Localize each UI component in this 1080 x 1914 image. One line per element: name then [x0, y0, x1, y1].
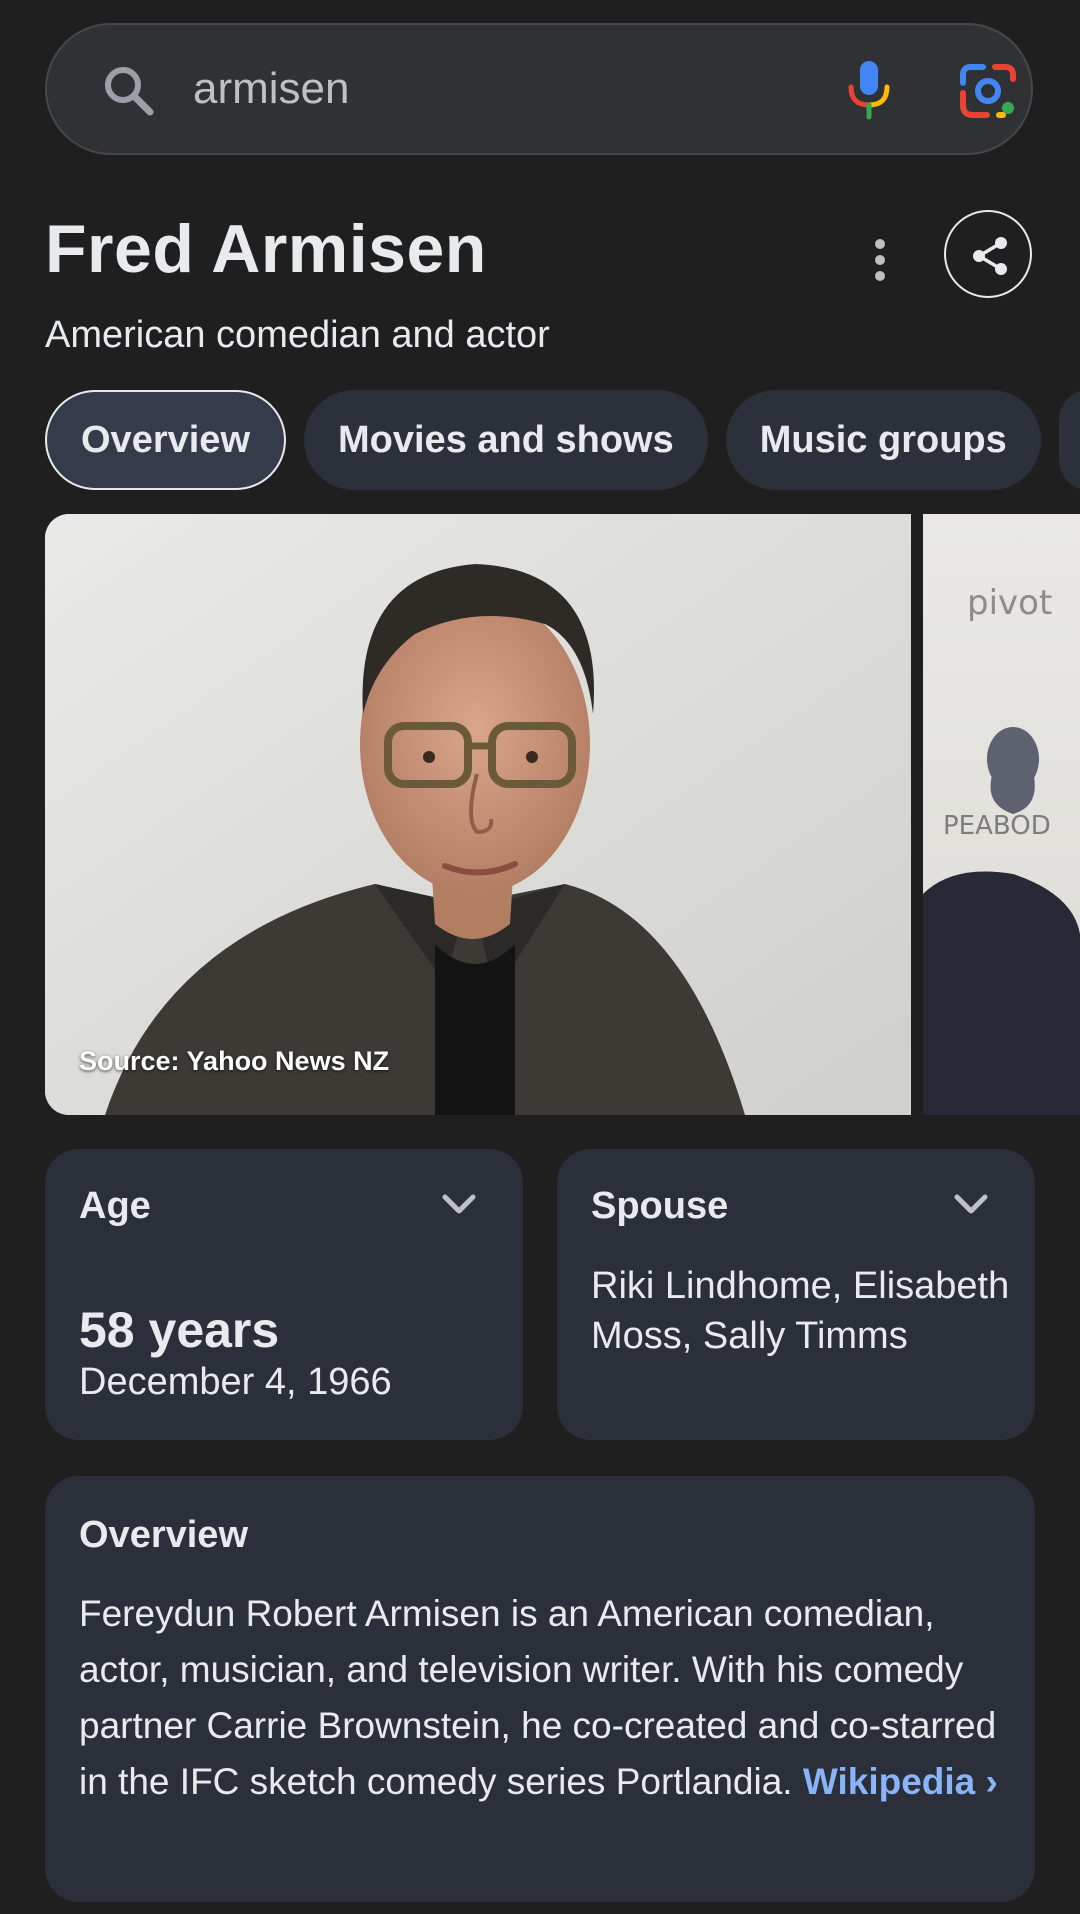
chevron-right-icon: ›	[985, 1761, 998, 1802]
chevron-down-icon[interactable]	[439, 1191, 479, 1219]
entity-subtitle: American comedian and actor	[45, 314, 550, 356]
age-value: 58 years	[79, 1302, 280, 1358]
share-button[interactable]	[944, 210, 1032, 298]
search-bar[interactable]: armisen	[45, 23, 1033, 155]
overview-card: Overview Fereydun Robert Armisen is an A…	[45, 1476, 1035, 1902]
overview-title: Overview	[79, 1514, 248, 1556]
tab-chips: Overview Movies and shows Music groups	[45, 390, 1080, 490]
spouse-label: Spouse	[591, 1185, 729, 1227]
tab-movies-and-shows[interactable]: Movies and shows	[304, 390, 708, 490]
birth-date: December 4, 1966	[79, 1361, 392, 1403]
entity-title: Fred Armisen	[45, 211, 487, 287]
more-vert-icon[interactable]	[862, 232, 898, 292]
person-photo-illustration	[45, 514, 911, 1115]
google-lens-icon[interactable]	[957, 59, 1021, 123]
tab-more[interactable]	[1058, 390, 1080, 490]
overview-text: Fereydun Robert Armisen is an American c…	[79, 1586, 1009, 1810]
chevron-down-icon[interactable]	[951, 1191, 991, 1219]
wikipedia-link[interactable]: Wikipedia ›	[803, 1761, 998, 1802]
side-sign-bottom: PEABOD	[943, 811, 1051, 841]
image-source: Source: Yahoo News NZ	[79, 1046, 390, 1076]
tab-music-groups[interactable]: Music groups	[725, 390, 1041, 490]
age-label: Age	[79, 1185, 151, 1227]
side-sign-top: pivot	[967, 583, 1052, 623]
event-backdrop-illustration: pivot PEABOD	[923, 583, 1080, 1115]
share-icon	[973, 237, 1007, 275]
tab-overview[interactable]: Overview	[45, 390, 286, 490]
search-icon[interactable]	[99, 61, 159, 121]
secondary-photo[interactable]: pivot PEABOD	[923, 514, 1080, 1115]
spouse-value: Riki Lindhome, Elisabeth Moss, Sally Tim…	[591, 1265, 1010, 1357]
age-card[interactable]: Age 58 years December 4, 1966	[45, 1149, 523, 1440]
search-input[interactable]: armisen	[193, 25, 350, 153]
main-photo[interactable]: Source: Yahoo News NZ	[45, 514, 911, 1115]
wikipedia-link-label: Wikipedia	[802, 1761, 976, 1802]
microphone-icon[interactable]	[837, 57, 901, 121]
spouse-card[interactable]: Spouse Riki Lindhome, Elisabeth Moss, Sa…	[557, 1149, 1035, 1440]
